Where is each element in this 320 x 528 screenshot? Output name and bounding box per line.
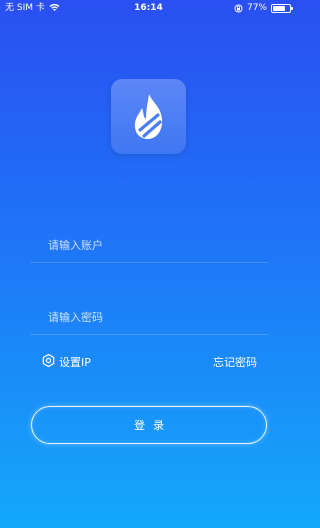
orientation-lock-icon [234,4,243,13]
settings-ip-label: 设置IP [59,356,91,369]
flame-icon [134,93,162,139]
forgot-password-link[interactable]: 忘记密码 [213,354,257,370]
battery-percent: 77% [246,3,267,13]
settings-ip-link[interactable]: 设置IP [42,353,91,370]
password-field-row [30,300,268,335]
password-input[interactable] [30,300,268,334]
account-input[interactable] [30,228,268,262]
battery-icon [271,3,293,13]
login-button[interactable]: 登录 [31,406,267,444]
battery-level-fill [273,5,286,11]
account-field-row [30,228,268,263]
status-bar: 无 SIM 卡 16:14 77% [0,0,297,16]
app-logo [111,79,186,154]
status-bar-right: 77% [234,0,293,16]
gear-icon [42,353,55,370]
